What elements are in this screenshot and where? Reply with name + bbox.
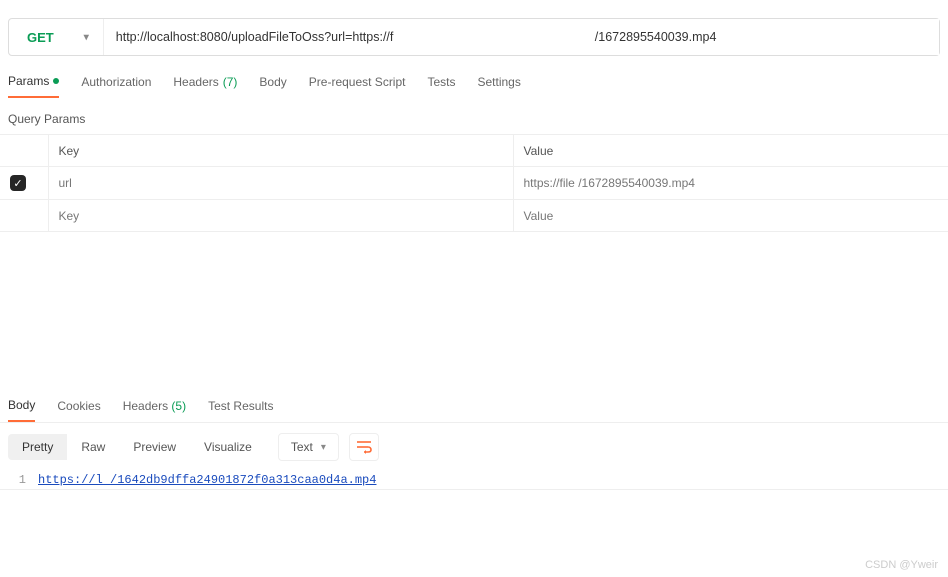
response-type-select[interactable]: Text ▾ (278, 433, 339, 461)
param-value-cell[interactable]: https://file /1672895540039.mp4 (513, 167, 948, 200)
response-link[interactable]: https://l /1642db9dffa24901872f0a313caa0… (38, 473, 376, 487)
response-body: 1 https://l /1642db9dffa24901872f0a313ca… (0, 471, 948, 490)
resp-tab-headers[interactable]: Headers (5) (123, 393, 186, 421)
dot-icon (53, 78, 59, 84)
tab-headers[interactable]: Headers (7) (173, 75, 237, 97)
wrap-icon (356, 440, 372, 454)
response-tabs: Body Cookies Headers (5) Test Results (0, 392, 948, 423)
request-tabs: Params Authorization Headers (7) Body Pr… (0, 56, 948, 98)
line-number: 1 (8, 473, 38, 487)
tab-authorization[interactable]: Authorization (81, 75, 151, 97)
param-key-placeholder[interactable]: Key (48, 200, 513, 232)
view-visualize-button[interactable]: Visualize (190, 434, 266, 460)
request-url-bar: GET ▾ (8, 18, 940, 56)
resp-tab-cookies[interactable]: Cookies (57, 393, 100, 421)
resp-tab-test-results[interactable]: Test Results (208, 393, 273, 421)
tab-settings[interactable]: Settings (478, 75, 521, 97)
query-params-heading: Query Params (0, 98, 948, 134)
wrap-lines-button[interactable] (349, 433, 379, 461)
view-pretty-button[interactable]: Pretty (8, 434, 67, 460)
watermark: CSDN @Yweir (865, 559, 938, 571)
view-mode-group: Pretty Raw Preview Visualize (8, 434, 266, 460)
tab-prerequest[interactable]: Pre-request Script (309, 75, 406, 97)
resp-tab-body[interactable]: Body (8, 392, 35, 422)
response-view-controls: Pretty Raw Preview Visualize Text ▾ (0, 423, 948, 471)
view-raw-button[interactable]: Raw (67, 434, 119, 460)
tab-body[interactable]: Body (259, 75, 286, 97)
http-method-select[interactable]: GET ▾ (9, 19, 104, 55)
tab-tests[interactable]: Tests (427, 75, 455, 97)
param-checkbox[interactable]: ✓ (10, 175, 26, 191)
params-table: Key Value ✓ url https://file /1672895540… (0, 134, 948, 232)
view-preview-button[interactable]: Preview (119, 434, 190, 460)
table-row-new: Key Value (0, 200, 948, 232)
chevron-down-icon: ▾ (84, 32, 89, 43)
url-input[interactable] (104, 19, 939, 55)
col-check-header (0, 135, 48, 167)
table-row: ✓ url https://file /1672895540039.mp4 (0, 167, 948, 200)
col-value-header: Value (513, 135, 948, 167)
col-key-header: Key (48, 135, 513, 167)
tab-params[interactable]: Params (8, 74, 59, 98)
param-value-placeholder[interactable]: Value (513, 200, 948, 232)
http-method-label: GET (27, 30, 54, 45)
chevron-down-icon: ▾ (321, 442, 326, 453)
param-key-cell[interactable]: url (48, 167, 513, 200)
